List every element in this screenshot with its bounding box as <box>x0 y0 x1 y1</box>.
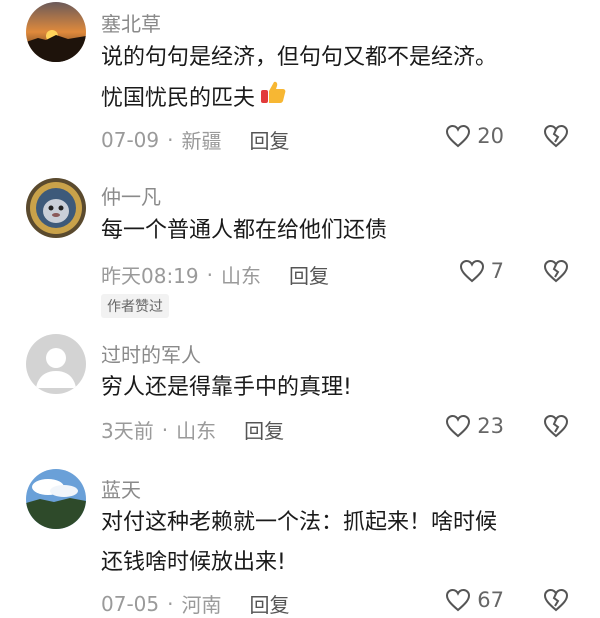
comment-location: 河南 <box>181 593 222 617</box>
reply-button[interactable]: 回复 <box>289 260 329 289</box>
reply-button[interactable]: 回复 <box>244 415 284 444</box>
heart-icon <box>446 588 471 612</box>
thumbs-up-icon <box>259 78 287 120</box>
username[interactable]: 过时的军人 <box>101 339 201 368</box>
comment-location: 新疆 <box>181 129 222 153</box>
comment-date: 07-05 <box>101 591 160 616</box>
broken-heart-icon <box>543 414 569 438</box>
reply-button[interactable]: 回复 <box>249 589 289 618</box>
like-button[interactable]: 67 <box>445 588 504 612</box>
author-liked-badge: 作者赞过 <box>101 294 169 318</box>
avatar[interactable] <box>26 178 86 238</box>
avatar[interactable] <box>26 334 86 394</box>
default-avatar-icon <box>26 334 86 394</box>
cartoon-avatar-icon <box>26 178 86 238</box>
avatar[interactable] <box>26 469 86 529</box>
like-count: 7 <box>490 259 504 283</box>
heart-icon <box>446 414 471 438</box>
dislike-button[interactable] <box>542 259 570 287</box>
broken-heart-icon <box>543 124 569 148</box>
comment-text-content: 说的句句是经济，但句句又都不是经济。 忧国忧民的匹夫 <box>101 45 498 111</box>
like-button[interactable]: 7 <box>459 259 504 283</box>
like-button[interactable]: 20 <box>445 124 504 148</box>
avatar[interactable] <box>26 2 86 62</box>
comment-meta: 3天前 · 山东 回复 <box>101 415 284 444</box>
like-count: 20 <box>477 124 504 148</box>
comment-meta: 昨天08:19 · 山东 回复 <box>101 260 329 289</box>
comment-item: 过时的军人 穷人还是得靠手中的真理! 3天前 · 山东 回复 23 <box>0 332 600 452</box>
separator-dot: · <box>167 591 174 616</box>
comment-text: 说的句句是经济，但句句又都不是经济。 忧国忧民的匹夫 <box>101 38 571 120</box>
comment-location: 山东 <box>221 264 261 288</box>
username[interactable]: 蓝天 <box>101 474 141 503</box>
sky-avatar-icon <box>26 469 86 529</box>
heart-icon <box>446 124 471 148</box>
comment-date: 07-09 <box>101 127 160 152</box>
separator-dot: · <box>161 417 169 442</box>
separator-dot: · <box>206 262 213 287</box>
comment-text: 穷人还是得靠手中的真理! <box>101 375 352 400</box>
like-count: 23 <box>477 414 504 438</box>
comment-location: 山东 <box>176 419 217 443</box>
comment-date: 3天前 <box>101 419 154 443</box>
separator-dot: · <box>167 127 174 152</box>
comment-meta: 07-05 · 河南 回复 <box>101 589 289 618</box>
like-count: 67 <box>477 588 504 612</box>
dislike-button[interactable] <box>542 124 570 152</box>
broken-heart-icon <box>543 259 569 283</box>
like-button[interactable]: 23 <box>445 414 504 438</box>
sunset-avatar-icon <box>26 2 86 62</box>
comment-meta: 07-09 · 新疆 回复 <box>101 125 289 154</box>
comment-item: 蓝天 对付这种老赖就一个法：抓起来！啥时候 还钱啥时候放出来! 07-05 · … <box>0 467 600 617</box>
comment-date: 昨天08:19 <box>101 264 199 288</box>
reply-button[interactable]: 回复 <box>249 125 289 154</box>
dislike-button[interactable] <box>542 414 570 442</box>
comment-item: 塞北草 说的句句是经济，但句句又都不是经济。 忧国忧民的匹夫 07-09 · 新… <box>0 0 600 160</box>
username[interactable]: 塞北草 <box>101 8 161 37</box>
comment-text: 每一个普通人都在给他们还债 <box>101 218 388 243</box>
comment-text: 对付这种老赖就一个法：抓起来！啥时候 还钱啥时候放出来! <box>101 510 498 575</box>
username[interactable]: 仲一凡 <box>101 181 161 210</box>
dislike-button[interactable] <box>542 588 570 616</box>
heart-icon <box>459 259 484 283</box>
comment-item: 仲一凡 每一个普通人都在给他们还债 昨天08:19 · 山东 回复 7 作者赞过 <box>0 175 600 330</box>
broken-heart-icon <box>543 588 569 612</box>
